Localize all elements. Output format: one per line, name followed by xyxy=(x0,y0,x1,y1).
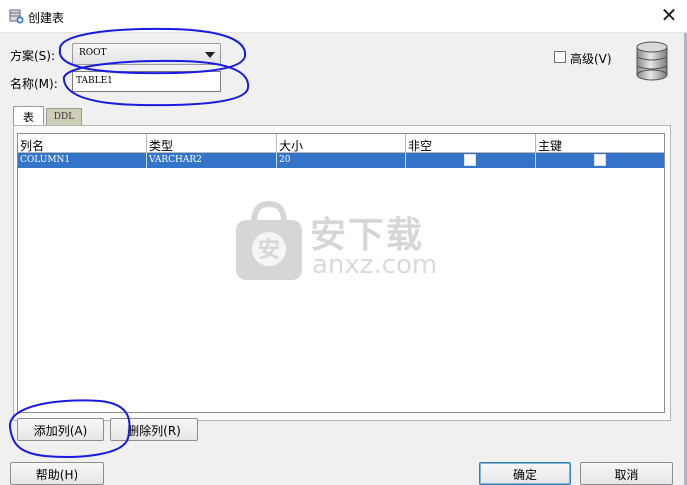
not-null-checkbox[interactable] xyxy=(464,154,476,166)
window-title: 创建表 xyxy=(28,11,65,25)
create-table-icon xyxy=(9,9,24,24)
title-bar: 创建表 ✕ xyxy=(0,0,687,33)
close-button[interactable]: ✕ xyxy=(655,3,683,29)
ok-button[interactable]: 确定 xyxy=(479,462,571,485)
column-header-not-null[interactable]: 非空 xyxy=(406,134,536,153)
watermark-domain: anxz.com xyxy=(312,250,438,280)
column-header-type[interactable]: 类型 xyxy=(147,134,277,153)
name-label: 名称(M): xyxy=(10,77,58,91)
help-button[interactable]: 帮助(H) xyxy=(10,462,104,485)
cancel-button[interactable]: 取消 xyxy=(580,462,673,485)
database-icon xyxy=(636,41,668,81)
column-header-size[interactable]: 大小 xyxy=(277,134,406,153)
column-header-primary-key[interactable]: 主键 xyxy=(536,134,664,153)
table-name-input[interactable]: TABLE1 xyxy=(72,71,221,92)
cell-column-type[interactable]: VARCHAR2 xyxy=(147,153,277,168)
advanced-checkbox[interactable] xyxy=(554,51,566,63)
cell-not-null xyxy=(406,153,536,168)
delete-column-button[interactable]: 删除列(R) xyxy=(110,418,198,441)
primary-key-checkbox[interactable] xyxy=(594,154,606,166)
cell-column-name[interactable]: COLUMN1 xyxy=(18,153,147,168)
watermark: 安 安下载 anxz.com xyxy=(234,200,454,288)
cell-column-size[interactable]: 20 xyxy=(277,153,406,168)
chevron-down-icon xyxy=(205,52,215,58)
schema-label: 方案(S): xyxy=(10,49,56,63)
svg-text:安: 安 xyxy=(258,237,280,263)
watermark-bag-icon: 安 xyxy=(236,200,302,280)
cell-primary-key xyxy=(536,153,664,168)
columns-table-header: 列名 类型 大小 非空 主键 xyxy=(18,134,664,153)
advanced-label[interactable]: 高级(V) xyxy=(570,50,612,67)
column-header-name[interactable]: 列名 xyxy=(18,134,147,153)
schema-value: ROOT xyxy=(79,48,107,58)
tab-table[interactable]: 表 xyxy=(13,106,44,126)
add-column-button[interactable]: 添加列(A) xyxy=(17,418,104,441)
close-icon: ✕ xyxy=(660,3,678,27)
tab-ddl[interactable]: DDL xyxy=(46,108,82,126)
table-row[interactable]: COLUMN1 VARCHAR2 20 xyxy=(18,153,664,168)
schema-dropdown[interactable]: ROOT xyxy=(72,43,221,65)
